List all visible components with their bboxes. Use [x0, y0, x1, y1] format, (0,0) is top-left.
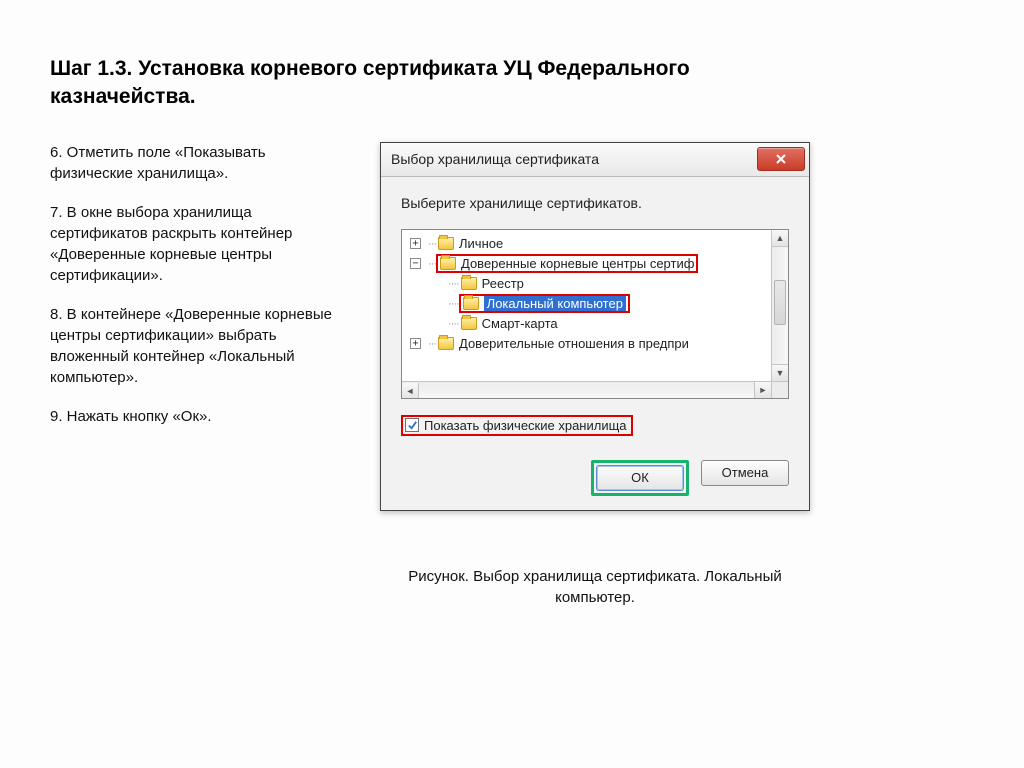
step-7: 7. В окне выбора хранилища сертификатов …: [50, 202, 350, 286]
scroll-right-button[interactable]: ►: [754, 382, 771, 398]
folder-icon: [461, 317, 477, 330]
titlebar: Выбор хранилища сертификата: [381, 143, 809, 177]
collapse-icon[interactable]: −: [410, 258, 421, 269]
tree-item-trusted-root[interactable]: − ··· Доверенные корневые центры сертиф: [404, 254, 769, 274]
scroll-left-button[interactable]: ◄: [402, 383, 419, 399]
step-8: 8. В контейнере «Доверенные корневые цен…: [50, 304, 350, 388]
cancel-button[interactable]: Отмена: [701, 460, 789, 486]
step-6: 6. Отметить поле «Показывать физические …: [50, 142, 350, 184]
step-9: 9. Нажать кнопку «Ок».: [50, 406, 350, 427]
close-button[interactable]: [757, 147, 805, 171]
tree-label: Локальный компьютер: [484, 296, 626, 311]
tree-label: Личное: [459, 236, 503, 251]
tree-label: Смарт-карта: [482, 316, 558, 331]
folder-icon: [440, 257, 456, 270]
tree-item-registry[interactable]: ···· Реестр: [404, 274, 769, 294]
ok-button[interactable]: ОК: [596, 465, 684, 491]
scroll-up-button[interactable]: ▲: [772, 230, 788, 247]
expand-icon[interactable]: +: [410, 238, 421, 249]
tree-connector: ····: [448, 298, 459, 310]
scrollbar-corner: [771, 381, 788, 398]
folder-icon: [461, 277, 477, 290]
folder-icon: [438, 337, 454, 350]
figure-caption: Рисунок. Выбор хранилища сертификата. Ло…: [380, 566, 810, 608]
expand-icon[interactable]: +: [410, 338, 421, 349]
tree-connector: ····: [448, 318, 459, 330]
cert-store-dialog: Выбор хранилища сертификата Выберите хра…: [380, 142, 810, 511]
tree-item-personal[interactable]: + ··· Личное: [404, 234, 769, 254]
scroll-down-button[interactable]: ▼: [772, 364, 788, 381]
tree-label: Доверительные отношения в предпри: [459, 336, 689, 351]
checkmark-icon: [407, 420, 418, 431]
horizontal-scrollbar[interactable]: ◄ ►: [402, 381, 771, 398]
show-physical-stores-checkbox[interactable]: [405, 418, 419, 432]
dialog-title: Выбор хранилища сертификата: [391, 151, 599, 167]
tree-connector: ···: [428, 338, 436, 350]
page-title: Шаг 1.3. Установка корневого сертификата…: [50, 55, 770, 112]
dialog-prompt: Выберите хранилище сертификатов.: [401, 195, 789, 211]
tree-connector: ···: [428, 238, 436, 250]
tree-item-smartcard[interactable]: ···· Смарт-карта: [404, 314, 769, 334]
tree-item-enterprise-trust[interactable]: + ··· Доверительные отношения в предпри: [404, 334, 769, 354]
vertical-scrollbar[interactable]: ▲ ▼: [771, 230, 788, 381]
scroll-thumb[interactable]: [774, 280, 786, 325]
tree-label: Доверенные корневые центры сертиф: [461, 256, 694, 271]
instruction-list: 6. Отметить поле «Показывать физические …: [50, 142, 350, 445]
tree-item-local-computer[interactable]: ···· Локальный компьютер: [404, 294, 769, 314]
tree-view[interactable]: + ··· Личное − ··· Доверенные корневые ц…: [401, 229, 789, 399]
tree-label: Реестр: [482, 276, 524, 291]
folder-icon: [463, 297, 479, 310]
folder-icon: [438, 237, 454, 250]
close-icon: [775, 153, 787, 165]
tree-connector: ···: [428, 258, 436, 270]
checkbox-label: Показать физические хранилища: [424, 418, 627, 433]
tree-connector: ····: [448, 278, 459, 290]
